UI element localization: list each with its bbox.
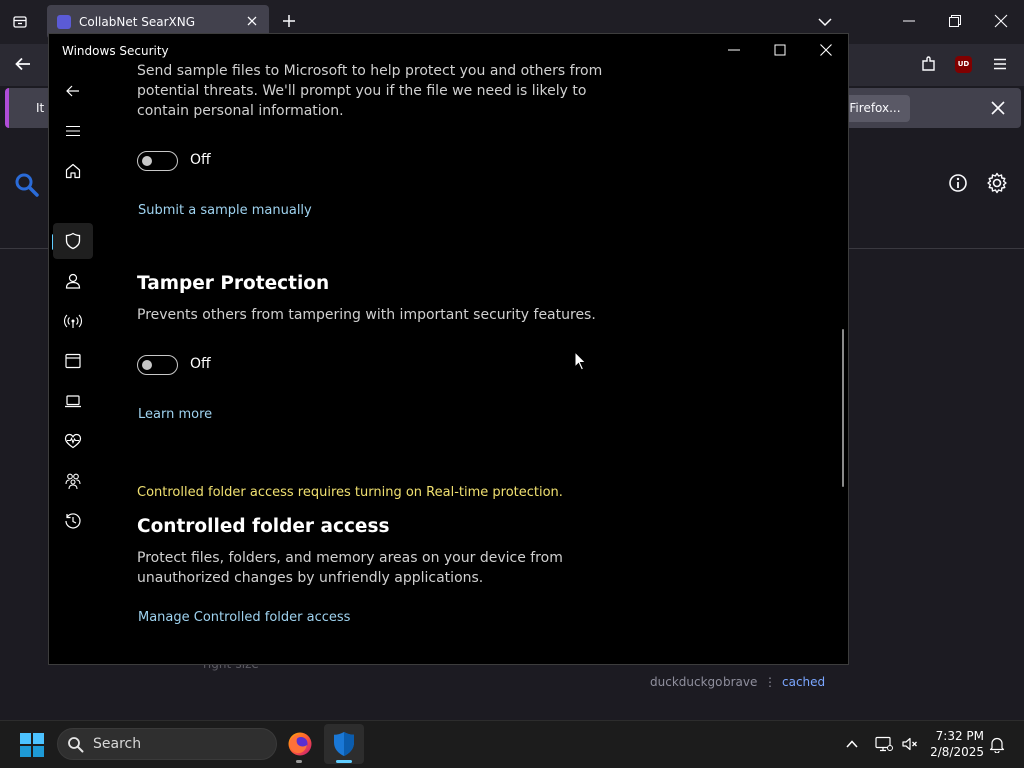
back-arrow-icon (66, 85, 79, 97)
ublock-icon[interactable]: UD (955, 56, 972, 73)
nav-virus-protection[interactable] (53, 223, 93, 259)
running-indicator (296, 760, 302, 763)
window-title: Windows Security (62, 44, 169, 58)
notification-bell-icon[interactable] (989, 736, 1005, 753)
nav-home[interactable] (53, 153, 93, 189)
maximize-icon[interactable] (773, 43, 787, 57)
info-icon[interactable] (948, 173, 968, 193)
menu-button[interactable] (53, 113, 93, 149)
nav-device-security[interactable] (53, 383, 93, 419)
nav-account-protection[interactable] (53, 263, 93, 299)
new-tab-icon[interactable] (281, 13, 297, 29)
history-icon (65, 513, 81, 529)
sample-submission-description: Send sample files to Microsoft to help p… (137, 63, 603, 119)
tab-manager-icon[interactable] (12, 14, 28, 30)
chevron-down-icon[interactable] (817, 15, 833, 29)
tamper-protection-toggle[interactable] (137, 355, 178, 375)
sample-submission-toggle[interactable] (137, 151, 178, 171)
taskbar-search-label: Search (93, 736, 142, 752)
nav-device-performance[interactable] (53, 423, 93, 459)
tab-close-icon[interactable] (245, 14, 259, 28)
engine-link-brave[interactable]: brave (723, 675, 757, 689)
nav-family-options[interactable] (53, 463, 93, 499)
restore-icon[interactable] (948, 14, 962, 28)
cfa-warning-text: Controlled folder access requires turnin… (137, 485, 563, 500)
close-icon[interactable] (994, 14, 1008, 28)
close-icon[interactable] (819, 43, 833, 57)
notification-close-icon[interactable] (990, 100, 1006, 116)
back-button[interactable] (53, 73, 93, 109)
nav-settings[interactable] (53, 655, 93, 664)
submit-sample-link[interactable]: Submit a sample manually (138, 203, 312, 218)
navigation-rail (49, 66, 95, 664)
clock-date: 2/8/2025 (930, 745, 984, 759)
sample-submission-toggle-state: Off (190, 152, 211, 168)
extensions-icon[interactable] (920, 55, 938, 73)
hamburger-menu-icon[interactable] (992, 56, 1008, 72)
family-icon (65, 473, 81, 490)
engine-link-duckduckgo[interactable]: duckduckgo (650, 675, 723, 689)
volume-muted-icon[interactable] (901, 736, 919, 752)
taskbar-search-box[interactable] (57, 728, 277, 760)
tamper-protection-description: Prevents others from tampering with impo… (137, 307, 596, 323)
scrollbar[interactable] (842, 329, 844, 487)
controlled-folder-access-heading: Controlled folder access (137, 516, 390, 537)
cached-link[interactable]: cached (782, 675, 825, 689)
minimize-icon[interactable] (727, 43, 741, 57)
nav-firewall[interactable] (53, 303, 93, 339)
back-arrow-icon[interactable] (14, 55, 32, 73)
searxng-favicon-icon (57, 15, 71, 29)
tab-title: CollabNet SearXNG (79, 15, 196, 29)
shield-icon (65, 232, 81, 250)
heart-pulse-icon (64, 433, 82, 449)
windows-security-window: Windows Security Send sample files to Mi… (48, 33, 849, 665)
tamper-protection-heading: Tamper Protection (137, 273, 330, 294)
search-icon[interactable] (14, 172, 40, 198)
home-icon (65, 163, 81, 179)
manage-cfa-link[interactable]: Manage Controlled folder access (138, 610, 350, 625)
clock-time: 7:32 PM (935, 729, 984, 743)
windows-security-shield-icon (334, 732, 354, 756)
windows-start-icon[interactable] (20, 733, 44, 757)
search-icon (68, 737, 84, 753)
controlled-folder-access-description: Protect files, folders, and memory areas… (137, 550, 563, 586)
engine-separator: ⋮ (764, 675, 776, 689)
taskbar-clock[interactable]: 7:32 PM 2/8/2025 (928, 728, 984, 760)
gear-icon[interactable] (986, 172, 1008, 194)
nav-app-browser-control[interactable] (53, 343, 93, 379)
network-icon[interactable] (875, 736, 893, 752)
app-window-icon (65, 353, 81, 369)
laptop-icon (65, 395, 81, 408)
notification-button[interactable]: Firefox... (840, 95, 910, 122)
mouse-cursor-icon (574, 351, 587, 371)
learn-more-link[interactable]: Learn more (138, 407, 212, 422)
minimize-icon[interactable] (902, 14, 916, 28)
wireless-antenna-icon (64, 314, 82, 328)
tamper-protection-toggle-state: Off (190, 356, 211, 372)
notification-text: It (36, 101, 45, 115)
person-icon (65, 273, 81, 289)
nav-protection-history[interactable] (53, 503, 93, 539)
chevron-up-icon[interactable] (845, 738, 859, 750)
active-app-indicator (336, 760, 352, 763)
firefox-icon[interactable] (287, 731, 313, 757)
hamburger-menu-icon (66, 125, 80, 137)
